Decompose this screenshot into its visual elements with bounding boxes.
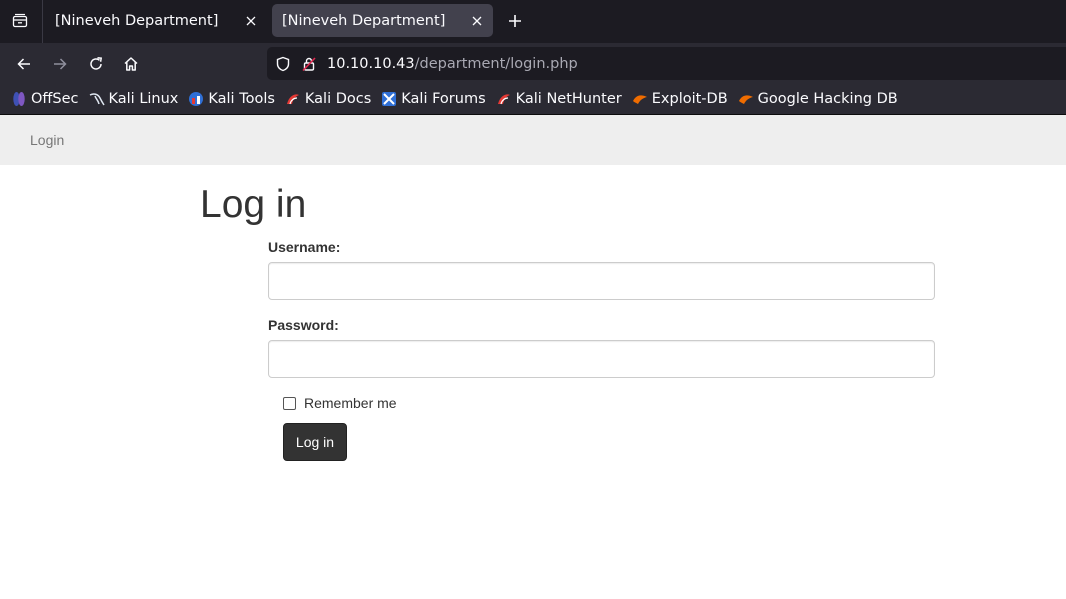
forward-button[interactable] xyxy=(47,51,73,77)
bookmark-label: Kali Tools xyxy=(208,91,275,107)
shield-icon[interactable] xyxy=(273,54,293,74)
reload-icon xyxy=(90,57,103,70)
remember-me-checkbox[interactable] xyxy=(283,396,296,410)
back-button[interactable] xyxy=(11,51,37,77)
insecure-lock-icon[interactable] xyxy=(299,54,319,74)
bookmarks-toolbar: OffSec Kali Linux Kali Tools Kali Docs K… xyxy=(0,84,1066,114)
bookmark-google-hacking-db[interactable]: Google Hacking DB xyxy=(738,91,898,107)
bookmark-label: Exploit-DB xyxy=(651,91,728,107)
kali-nethunter-icon xyxy=(496,91,512,107)
username-label: Username: xyxy=(268,239,341,255)
close-icon[interactable] xyxy=(465,9,489,33)
url-path: /department/login.php xyxy=(414,55,578,72)
bookmark-label: Kali Forums xyxy=(401,91,486,107)
remember-me-row: Remember me xyxy=(283,395,397,411)
bookmark-kali-linux[interactable]: Kali Linux xyxy=(89,91,179,107)
new-tab-button[interactable] xyxy=(503,9,527,33)
bookmark-kali-docs[interactable]: Kali Docs xyxy=(285,91,371,107)
bookmark-kali-nethunter[interactable]: Kali NetHunter xyxy=(496,91,622,107)
login-submit-button[interactable]: Log in xyxy=(283,423,347,461)
tab-nineveh-1[interactable]: [Nineveh Department] xyxy=(45,4,267,37)
bookmark-label: Google Hacking DB xyxy=(757,91,898,107)
arrow-left-icon xyxy=(17,58,30,70)
password-input[interactable] xyxy=(268,340,935,378)
bookmark-kali-forums[interactable]: Kali Forums xyxy=(381,91,486,107)
kali-tools-icon xyxy=(188,91,204,107)
offsec-icon xyxy=(11,91,27,107)
tab-nineveh-2[interactable]: [Nineveh Department] xyxy=(272,4,493,37)
bookmark-exploit-db[interactable]: Exploit-DB xyxy=(632,91,728,107)
close-icon[interactable] xyxy=(239,9,263,33)
bookmark-label: Kali NetHunter xyxy=(515,91,622,107)
remember-me-label[interactable]: Remember me xyxy=(304,395,397,411)
tab-bar: [Nineveh Department] [Nineveh Department… xyxy=(0,0,1066,43)
arrow-right-icon xyxy=(54,58,67,70)
url-text: 10.10.10.43/department/login.php xyxy=(327,56,578,72)
password-label: Password: xyxy=(268,317,339,333)
bookmark-label: Kali Docs xyxy=(304,91,372,107)
reload-button[interactable] xyxy=(83,51,109,77)
bookmark-offsec[interactable]: OffSec xyxy=(11,91,79,107)
url-bar[interactable]: 10.10.10.43/department/login.php xyxy=(267,47,1066,80)
nav-login-link[interactable]: Login xyxy=(30,132,64,148)
tab-title: [Nineveh Department] xyxy=(282,12,446,29)
username-input[interactable] xyxy=(268,262,935,300)
tab-manager-icon[interactable] xyxy=(9,10,31,32)
tab-separator xyxy=(42,0,43,43)
kali-forums-icon xyxy=(381,91,397,107)
ghdb-icon xyxy=(738,91,754,107)
bookmark-label: Kali Linux xyxy=(108,91,179,107)
bookmark-kali-tools[interactable]: Kali Tools xyxy=(188,91,275,107)
tab-title: [Nineveh Department] xyxy=(55,12,219,29)
home-button[interactable] xyxy=(118,51,144,77)
plus-icon xyxy=(509,15,521,27)
navigation-toolbar: 10.10.10.43/department/login.php xyxy=(0,43,1066,84)
page-title: Log in xyxy=(200,183,307,226)
home-icon xyxy=(124,57,138,71)
url-host: 10.10.10.43 xyxy=(327,55,415,72)
site-navbar: Login xyxy=(0,115,1066,165)
bookmark-label: OffSec xyxy=(31,91,79,107)
kali-docs-icon xyxy=(285,91,301,107)
kali-dragon-icon xyxy=(89,91,105,107)
exploit-db-icon xyxy=(632,91,648,107)
